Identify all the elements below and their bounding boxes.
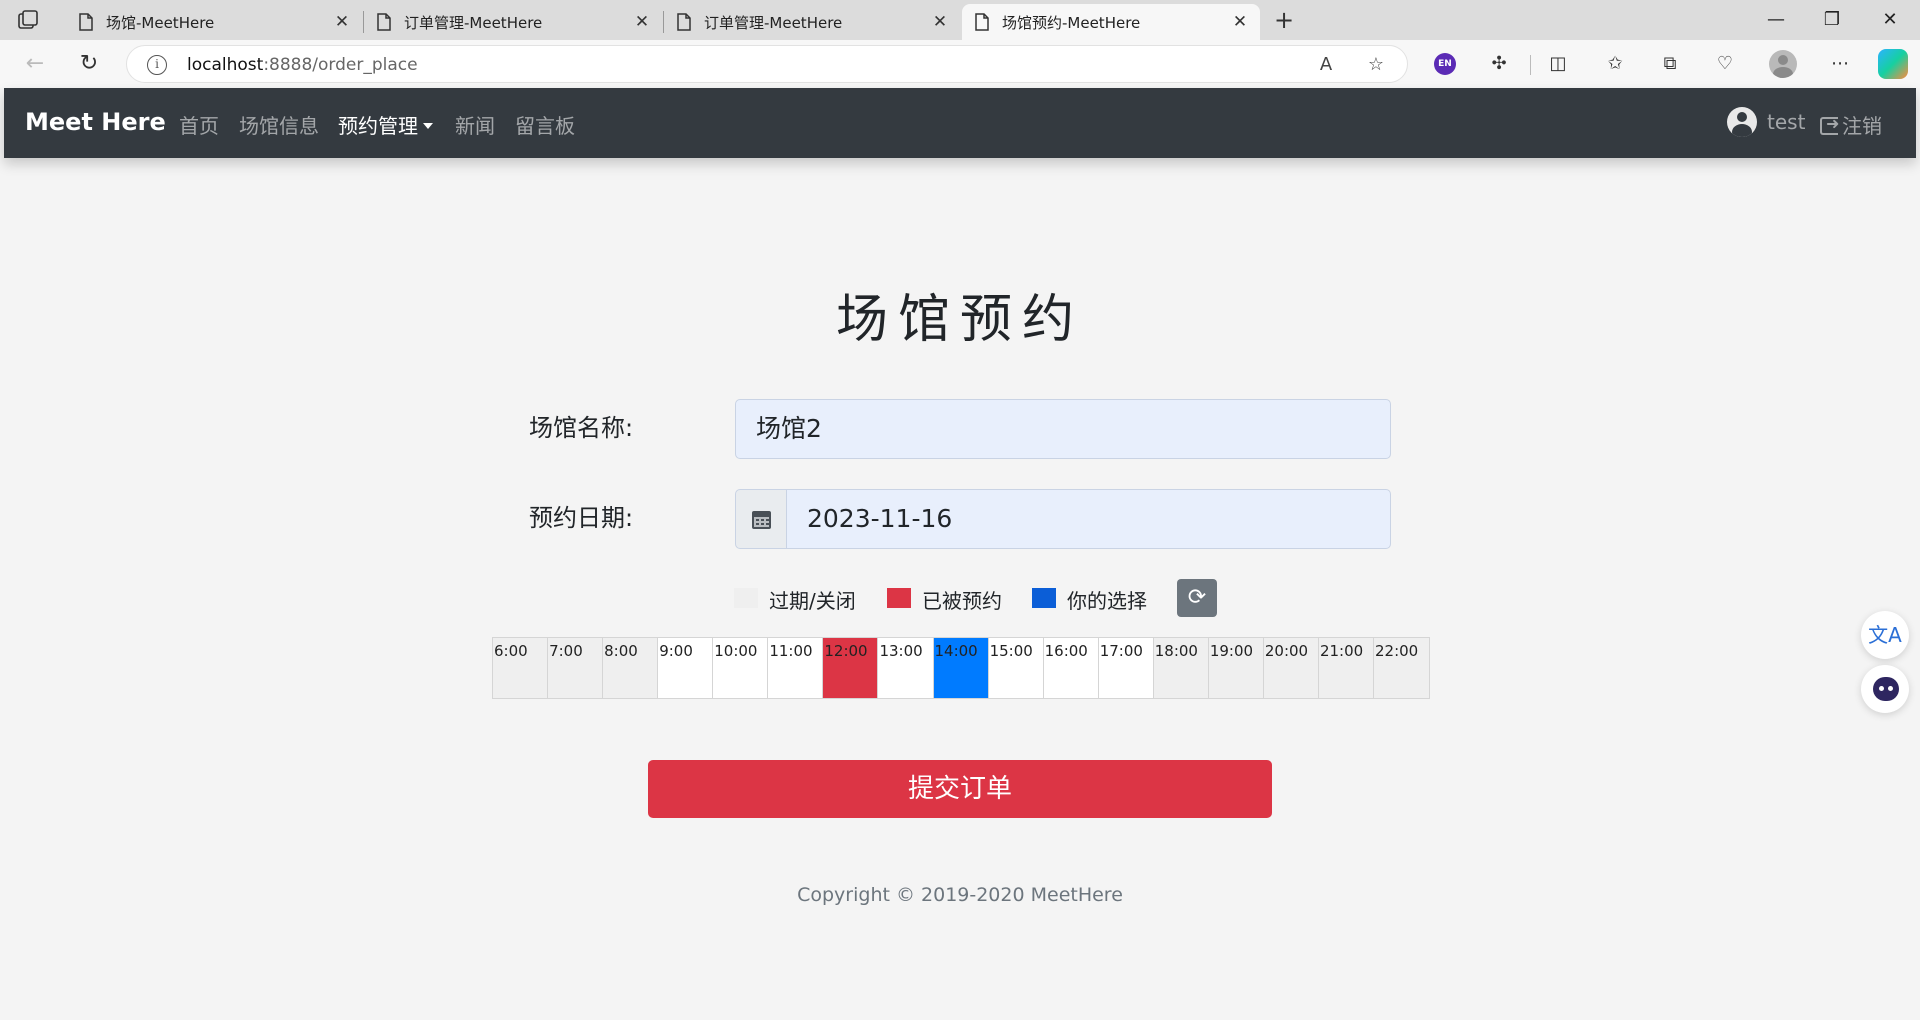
time-slot-grid: 6:00 7:00 8:00 9:00 10:00 11:00 12:00 13:00 14:0…	[492, 637, 1430, 699]
browser-tab-active[interactable]: 场馆预约-MeetHere ✕	[962, 4, 1260, 40]
user-avatar-icon[interactable]	[1727, 107, 1757, 137]
page-icon	[677, 13, 691, 31]
url-field[interactable]: i localhost:8888/order_place A ☆	[126, 45, 1408, 83]
time-slot-booked: 12:00	[823, 638, 879, 698]
favorites-icon[interactable]: ✩	[1601, 50, 1629, 78]
close-window-icon[interactable]: ✕	[1862, 4, 1918, 36]
time-slot-closed: 18:00	[1153, 638, 1209, 698]
close-icon[interactable]: ✕	[1230, 12, 1250, 32]
assistant-button[interactable]	[1861, 665, 1909, 713]
nav-message-board[interactable]: 留言板	[515, 110, 575, 139]
venue-name-field[interactable]: 场馆2	[735, 399, 1391, 459]
time-slot-free[interactable]: 17:00	[1098, 638, 1154, 698]
profile-icon[interactable]	[1769, 50, 1797, 78]
tab-title: 订单管理-MeetHere	[404, 13, 543, 32]
date-addon[interactable]	[735, 489, 787, 549]
extension-icon[interactable]: ✣	[1485, 50, 1513, 78]
page-viewport: Meet Here 首页 场馆信息 预约管理 新闻 留言板 test 注销 场馆…	[4, 88, 1916, 1016]
restore-icon[interactable]: ❐	[1804, 4, 1860, 36]
refresh-icon[interactable]: ↻	[74, 50, 104, 78]
read-aloud-icon[interactable]: A	[1315, 54, 1337, 76]
site-navbar: Meet Here 首页 场馆信息 预约管理 新闻 留言板 test 注销	[4, 88, 1916, 158]
legend-swatch-booked	[887, 588, 911, 608]
venue-name-label: 场馆名称:	[529, 414, 634, 442]
user-name[interactable]: test	[1767, 110, 1805, 134]
address-bar-row: ← ↻ i localhost:8888/order_place A ☆ EN …	[0, 40, 1920, 88]
more-icon[interactable]: ⋯	[1826, 50, 1854, 78]
close-icon[interactable]: ✕	[930, 12, 950, 32]
nav-booking-label: 预约管理	[338, 114, 418, 138]
logout-link[interactable]: 注销	[1820, 110, 1882, 139]
url-text: localhost:8888/order_place	[187, 55, 418, 75]
legend-swatch-closed	[734, 588, 758, 608]
browser-tab[interactable]: 订单管理-MeetHere ✕	[664, 4, 960, 40]
close-icon[interactable]: ✕	[632, 12, 652, 32]
plus-icon[interactable]: +	[1270, 6, 1298, 34]
time-slot-closed: 6:00	[493, 638, 549, 698]
legend-closed-label: 过期/关闭	[769, 589, 856, 613]
time-slot-closed: 20:00	[1263, 638, 1319, 698]
page-icon	[975, 13, 989, 31]
booking-date-label: 预约日期:	[529, 504, 634, 532]
info-icon[interactable]: i	[147, 55, 167, 75]
page-icon	[377, 13, 391, 31]
minimize-icon[interactable]: —	[1748, 4, 1804, 36]
collections-icon[interactable]: ⧉	[1656, 50, 1684, 78]
time-slot-selected[interactable]: 14:00	[933, 638, 989, 698]
assistant-icon	[1873, 677, 1899, 701]
nav-home[interactable]: 首页	[179, 110, 219, 139]
browser-tab-strip: 场馆-MeetHere ✕ 订单管理-MeetHere ✕ 订单管理-MeetH…	[0, 0, 1920, 40]
page-title: 场馆预约	[835, 290, 1084, 350]
time-slot-free[interactable]: 10:00	[713, 638, 769, 698]
calendar-icon	[752, 511, 771, 529]
browser-tab[interactable]: 订单管理-MeetHere ✕	[364, 4, 662, 40]
split-screen-icon[interactable]: ◫	[1544, 50, 1572, 78]
back-icon[interactable]: ←	[20, 50, 50, 78]
tab-title: 订单管理-MeetHere	[704, 13, 843, 32]
legend-selected-label: 你的选择	[1067, 589, 1147, 613]
booking-date-group: 2023-11-16	[735, 489, 1391, 549]
time-slot-closed: 22:00	[1374, 638, 1430, 698]
star-icon[interactable]: ☆	[1365, 54, 1387, 76]
submit-order-button[interactable]: 提交订单	[648, 760, 1272, 818]
copilot-icon[interactable]	[1878, 49, 1908, 79]
time-slot-free[interactable]: 15:00	[988, 638, 1044, 698]
url-path: :8888/order_place	[263, 55, 418, 75]
translate-button[interactable]: 文A	[1861, 611, 1909, 659]
nav-venue-info[interactable]: 场馆信息	[239, 110, 319, 139]
booking-date-field[interactable]: 2023-11-16	[787, 489, 1391, 549]
tab-title: 场馆-MeetHere	[106, 13, 215, 32]
time-slot-closed: 19:00	[1208, 638, 1264, 698]
footer-copyright: Copyright © 2019-2020 MeetHere	[797, 884, 1123, 906]
language-badge[interactable]: EN	[1434, 53, 1456, 75]
time-slot-free[interactable]: 16:00	[1043, 638, 1099, 698]
tab-title: 场馆预约-MeetHere	[1002, 13, 1141, 32]
browser-tab[interactable]: 场馆-MeetHere ✕	[66, 4, 362, 40]
heart-icon[interactable]: ♡	[1711, 50, 1739, 78]
caret-down-icon	[423, 123, 433, 129]
nav-booking-management[interactable]: 预约管理	[338, 110, 433, 139]
brand-logo[interactable]: Meet Here	[25, 108, 166, 136]
logout-label: 注销	[1842, 114, 1882, 138]
time-slot-free[interactable]: 13:00	[878, 638, 934, 698]
legend-booked-label: 已被预约	[922, 589, 1002, 613]
close-icon[interactable]: ✕	[332, 12, 352, 32]
toolbar-separator	[1530, 55, 1531, 75]
url-host: localhost	[187, 55, 264, 75]
refresh-slots-button[interactable]: ⟳	[1177, 579, 1217, 617]
nav-news[interactable]: 新闻	[455, 110, 495, 139]
translate-icon: 文A	[1868, 623, 1902, 647]
time-slot-free[interactable]: 9:00	[658, 638, 714, 698]
sync-icon: ⟳	[1187, 585, 1207, 610]
time-slot-free[interactable]: 11:00	[768, 638, 824, 698]
page-icon	[79, 13, 93, 31]
time-slot-closed: 8:00	[603, 638, 659, 698]
logout-icon	[1820, 114, 1839, 135]
legend-swatch-selected	[1032, 588, 1056, 608]
time-slot-closed: 21:00	[1318, 638, 1374, 698]
time-slot-closed: 7:00	[548, 638, 604, 698]
tab-actions-icon[interactable]	[18, 10, 42, 30]
